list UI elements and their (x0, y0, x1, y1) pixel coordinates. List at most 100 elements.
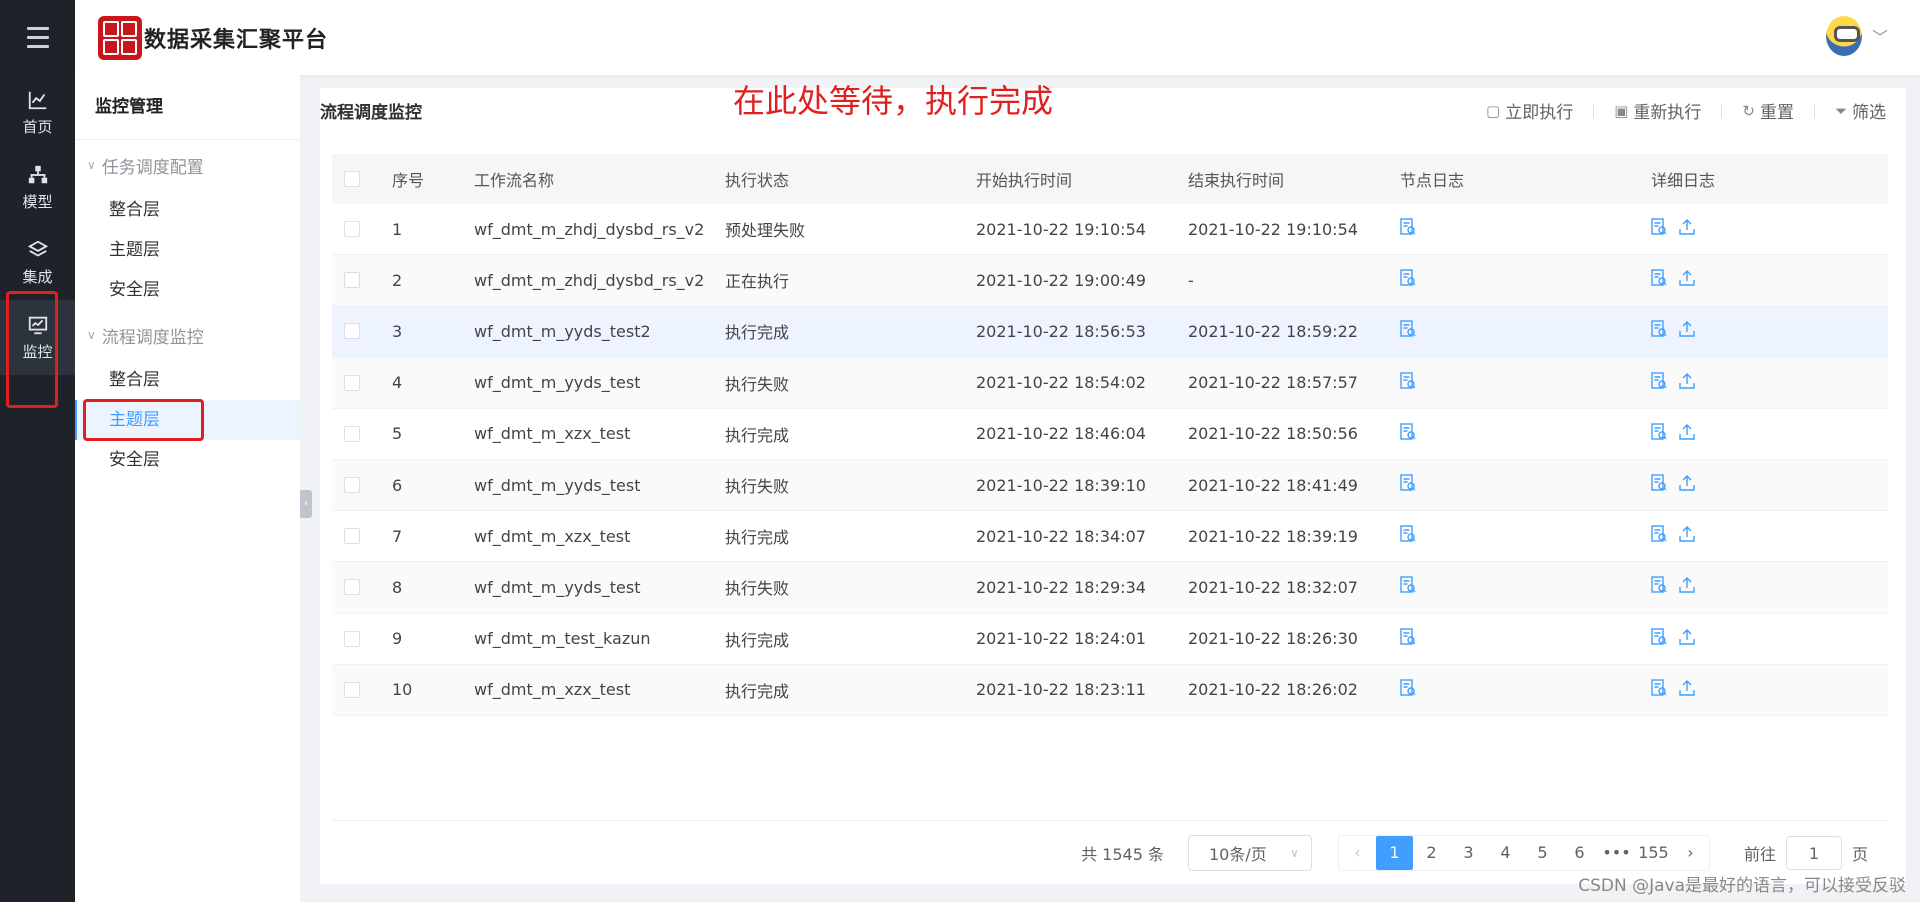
upload-icon[interactable] (1679, 320, 1695, 342)
chevron-down-icon[interactable]: ﹀ (1872, 24, 1888, 48)
filter-icon: ⏷ (1834, 101, 1847, 120)
prev-page-button[interactable]: ‹ (1339, 836, 1376, 870)
total-count: 共 1545 条 (1081, 845, 1164, 864)
rail-item-integration[interactable]: 集成 (0, 225, 75, 300)
table-cell: 2021-10-22 18:24:01 (976, 629, 1146, 649)
detail-log-icon[interactable] (1651, 218, 1667, 240)
subnav-group-flow-monitor[interactable]: ∨ 流程调度监控 (75, 310, 300, 360)
detail-log-icon[interactable] (1651, 679, 1667, 701)
page-button[interactable]: 6 (1561, 836, 1598, 870)
table-cell: 执行完成 (725, 630, 790, 650)
hamburger-icon[interactable] (0, 0, 75, 75)
node-log-icon[interactable] (1400, 679, 1416, 701)
next-page-button[interactable]: › (1672, 836, 1709, 870)
page-button[interactable]: 2 (1413, 836, 1450, 870)
row-checkbox[interactable] (344, 630, 360, 647)
avatar[interactable] (1825, 16, 1862, 56)
table-row[interactable]: 2 wf_dmt_m_zhdj_dysbd_rs_v2 正在执行 2021-10-22… (332, 255, 1888, 307)
table-row[interactable]: 7 wf_dmt_m_xzx_test 执行完成 2021-10-22 18:34:0… (332, 511, 1888, 563)
upload-icon[interactable] (1679, 423, 1695, 445)
subnav-item-subject-layer[interactable]: 主题层 (75, 230, 300, 270)
table-cell: 2021-10-22 18:59:22 (1188, 321, 1358, 341)
page-button[interactable]: 1 (1375, 836, 1413, 870)
rail-item-home[interactable]: 首页 (0, 75, 75, 150)
node-log-icon[interactable] (1400, 371, 1416, 394)
node-log-icon[interactable] (1400, 423, 1416, 445)
node-log-icon[interactable] (1400, 474, 1416, 496)
subnav-item-integration-layer[interactable]: 整合层 (75, 360, 300, 400)
row-checkbox[interactable] (344, 425, 360, 442)
table-row[interactable]: 8 wf_dmt_m_yyds_test 执行失败 2021-10-22 18:29:… (332, 562, 1888, 614)
row-checkbox[interactable] (344, 221, 360, 238)
page-button[interactable]: 5 (1524, 836, 1561, 870)
chart-line-icon (28, 91, 46, 109)
page-button[interactable]: 155 (1635, 836, 1672, 870)
row-checkbox[interactable] (344, 681, 360, 698)
row-checkbox[interactable] (344, 272, 360, 289)
table-cell: 执行完成 (725, 425, 790, 445)
detail-log-icon[interactable] (1651, 627, 1667, 650)
table-row[interactable]: 4 wf_dmt_m_yyds_test 执行失败 2021-10-22 18:54:… (332, 357, 1888, 409)
upload-icon[interactable] (1679, 218, 1695, 240)
filter-button[interactable]: ⏷ 筛选 (1834, 98, 1886, 124)
table-row[interactable]: 6 wf_dmt_m_yyds_test 执行失败 2021-10-22 18:39:… (332, 459, 1888, 512)
detail-log-icon[interactable] (1651, 423, 1667, 445)
more-pages-button[interactable]: ••• (1598, 836, 1635, 870)
table-cell: 2021-10-22 18:41:49 (1188, 475, 1358, 495)
table-row[interactable]: 3 wf_dmt_m_yyds_test2 执行完成 2021-10-22 18:56… (332, 306, 1888, 358)
detail-log-icon[interactable] (1651, 371, 1667, 394)
detail-log-icon[interactable] (1651, 474, 1667, 496)
collapse-handle[interactable]: ‹ (300, 490, 312, 518)
detail-log-icon[interactable] (1651, 320, 1667, 342)
subnav-item-integration-layer[interactable]: 整合层 (75, 190, 300, 230)
table-cell: 8 (392, 577, 403, 597)
rail-item-model[interactable]: 模型 (0, 150, 75, 225)
page-list: ‹ 1 2 3 4 5 6 ••• 155 › (1337, 835, 1710, 871)
select-all-checkbox[interactable] (344, 171, 360, 187)
table-cell: 3 (392, 321, 403, 341)
row-checkbox[interactable] (344, 323, 360, 340)
table-cell: wf_dmt_m_yyds_test (474, 373, 641, 393)
node-log-icon[interactable] (1400, 218, 1416, 240)
upload-icon[interactable] (1679, 679, 1695, 701)
goto-page-input[interactable] (1785, 836, 1842, 870)
table-row[interactable]: 5 wf_dmt_m_xzx_test 执行完成 2021-10-22 18:46:0… (332, 409, 1888, 460)
table-cell: 7 (392, 526, 403, 546)
row-checkbox[interactable] (344, 374, 360, 391)
table-body: 1 wf_dmt_m_zhdj_dysbd_rs_v2 预处理失败 2021-10-2… (332, 204, 1888, 716)
page-button[interactable]: 3 (1450, 836, 1487, 870)
node-log-icon[interactable] (1400, 627, 1416, 650)
table-cell: 执行完成 (725, 681, 790, 701)
upload-icon[interactable] (1679, 628, 1695, 650)
detail-log-icon[interactable] (1651, 525, 1667, 547)
row-checkbox[interactable] (344, 579, 360, 596)
page-button[interactable]: 4 (1487, 836, 1524, 870)
upload-icon[interactable] (1679, 474, 1695, 496)
upload-icon[interactable] (1679, 372, 1695, 394)
detail-log-icon[interactable] (1651, 576, 1667, 598)
subnav-item-security-layer[interactable]: 安全层 (75, 440, 300, 480)
table-row[interactable]: 10 wf_dmt_m_xzx_test 执行完成 2021-10-22 18:23:… (332, 664, 1888, 716)
chevron-down-icon: ∨ (87, 328, 96, 342)
upload-icon[interactable] (1679, 576, 1695, 598)
table-cell: 2021-10-22 18:39:10 (976, 475, 1146, 495)
rerun-button[interactable]: ▣ 重新执行 (1614, 98, 1701, 124)
user-menu[interactable]: ﹀ (1825, 16, 1888, 56)
run-now-button[interactable]: ▢ 立即执行 (1486, 98, 1573, 124)
subnav-group-task-config[interactable]: ∨ 任务调度配置 (75, 140, 300, 190)
node-log-icon[interactable] (1400, 269, 1416, 291)
node-log-icon[interactable] (1400, 525, 1416, 547)
row-checkbox[interactable] (344, 477, 360, 494)
subnav-item-security-layer[interactable]: 安全层 (75, 270, 300, 310)
node-log-icon[interactable] (1400, 320, 1416, 342)
table-row[interactable]: 9 wf_dmt_m_test_kazun 执行完成 2021-10-22 18:24… (332, 614, 1888, 665)
reset-button[interactable]: ↻ 重置 (1742, 98, 1794, 124)
node-log-icon[interactable] (1400, 576, 1416, 598)
upload-icon[interactable] (1679, 525, 1695, 547)
row-checkbox[interactable] (344, 528, 360, 545)
page-size-select[interactable]: 10条/页 ∨ (1187, 835, 1312, 871)
upload-icon[interactable] (1679, 269, 1695, 291)
table-row[interactable]: 1 wf_dmt_m_zhdj_dysbd_rs_v2 预处理失败 2021-10-2… (332, 204, 1888, 256)
detail-log-icon[interactable] (1651, 269, 1667, 291)
divider (1813, 103, 1815, 118)
